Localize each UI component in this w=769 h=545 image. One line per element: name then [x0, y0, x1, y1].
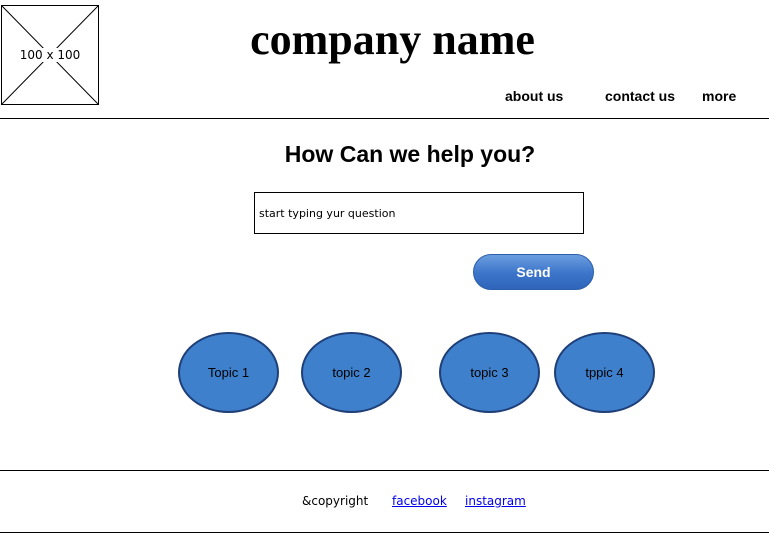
topic-button-3[interactable]: topic 3 [439, 332, 540, 413]
logo-placeholder-label: 100 x 100 [18, 48, 82, 62]
footer-divider-bottom [0, 532, 769, 533]
topic-button-4[interactable]: tppic 4 [554, 332, 655, 413]
help-headline: How Can we help you? [284, 141, 536, 167]
topic-button-2[interactable]: topic 2 [301, 332, 402, 413]
footer-link-facebook[interactable]: facebook [392, 494, 447, 508]
send-button[interactable]: Send [473, 254, 594, 290]
footer-divider-top [0, 470, 769, 471]
company-name: company name [250, 15, 535, 64]
nav-link-contact-us[interactable]: contact us [605, 88, 675, 104]
nav-link-about-us[interactable]: about us [505, 88, 563, 104]
question-input[interactable] [254, 192, 584, 234]
footer-copyright: &copyright [302, 494, 369, 508]
topic-button-1[interactable]: Topic 1 [178, 332, 279, 413]
footer-link-instagram[interactable]: instagram [465, 494, 526, 508]
header-divider [0, 118, 769, 119]
logo-placeholder: 100 x 100 [1, 5, 99, 105]
nav-link-more[interactable]: more [702, 88, 736, 104]
